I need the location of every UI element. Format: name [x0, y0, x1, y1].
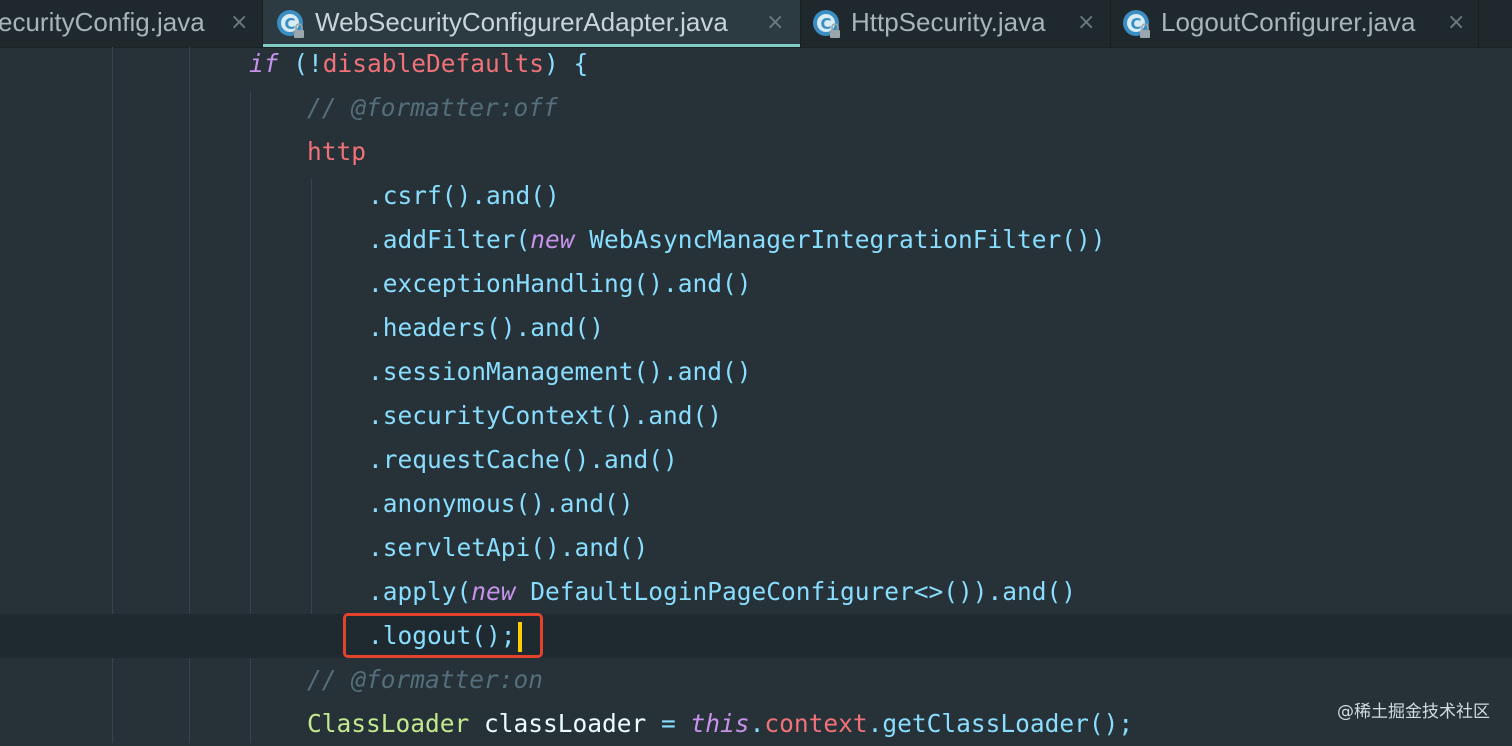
keyword: this [690, 709, 750, 738]
code-line[interactable]: .exceptionHandling().and() [368, 262, 752, 306]
method-chain: .requestCache().and() [368, 445, 678, 474]
method-chain: .securityContext().and() [368, 401, 723, 430]
method-chain: .csrf().and() [368, 181, 560, 210]
code-line[interactable]: .sessionManagement().and() [368, 350, 752, 394]
svg-text:C: C [1130, 15, 1141, 33]
tab-label: LogoutConfigurer.java [1161, 7, 1416, 37]
code-line[interactable]: .addFilter(new WebAsyncManagerIntegratio… [368, 218, 1106, 262]
svg-text:C: C [284, 15, 295, 33]
field-token: http [307, 137, 367, 166]
close-tab-icon[interactable]: × [1077, 10, 1095, 35]
code-line[interactable]: // @formatter:off [307, 86, 558, 130]
code-line[interactable]: .apply(new DefaultLoginPageConfigurer<>(… [368, 570, 1076, 614]
tab-http-security[interactable]: C HttpSecurity.java × [801, 0, 1111, 47]
tab-logout-configurer[interactable]: C LogoutConfigurer.java × [1111, 0, 1479, 47]
keyword: new [471, 577, 516, 606]
method-chain: .addFilter( [368, 225, 531, 254]
code-line[interactable]: ClassLoader classLoader = this.context.g… [307, 702, 1133, 746]
editor-tab-bar: ecurityConfig.java × C WebSecurityConfig… [0, 0, 1512, 48]
code-token: (! [278, 49, 323, 78]
comment: // @formatter:off [307, 93, 558, 122]
method-chain: DefaultLoginPageConfigurer<>()).and() [515, 577, 1077, 606]
watermark: @稀土掘金技术社区 [1337, 702, 1490, 722]
code-line[interactable]: .requestCache().and() [368, 438, 678, 482]
code-line[interactable]: // @formatter:on [307, 658, 543, 702]
tab-security-config[interactable]: ecurityConfig.java × [0, 0, 263, 47]
tab-label: ecurityConfig.java [0, 7, 205, 37]
method-chain: .getClassLoader(); [867, 709, 1134, 738]
code-editor[interactable]: if (!disableDefaults) { // @formatter:of… [0, 47, 1512, 743]
tab-web-security-configurer-adapter[interactable]: C WebSecurityConfigurerAdapter.java × [263, 0, 801, 47]
operator-token: = [646, 709, 691, 738]
tab-label: HttpSecurity.java [851, 7, 1046, 37]
code-line[interactable]: .securityContext().and() [368, 394, 722, 438]
method-chain: .sessionManagement().and() [368, 357, 752, 386]
java-class-locked-icon: C [1123, 10, 1150, 38]
code-line[interactable]: http [307, 130, 366, 174]
keyword: new [530, 225, 575, 254]
type-token: ClassLoader [307, 709, 470, 738]
java-class-locked-icon: C [813, 10, 840, 38]
code-line[interactable]: .headers().and() [368, 306, 604, 350]
comment: // @formatter:on [307, 665, 544, 694]
code-line[interactable]: if (!disableDefaults) { [249, 42, 588, 86]
highlight-box [343, 613, 543, 658]
method-chain: .headers().and() [368, 313, 605, 342]
java-class-locked-icon: C [277, 10, 304, 38]
close-tab-icon[interactable]: × [766, 10, 784, 35]
tab-label: WebSecurityConfigurerAdapter.java [315, 7, 728, 37]
method-chain: .servletApi().and() [368, 533, 649, 562]
current-line-highlight [0, 614, 1512, 658]
svg-text:C: C [820, 15, 831, 33]
close-tab-icon[interactable]: × [1447, 10, 1465, 35]
indent-guide [311, 179, 312, 655]
code-line[interactable]: .anonymous().and() [368, 482, 634, 526]
field-token: disableDefaults [322, 49, 545, 78]
code-token: . [749, 709, 765, 738]
method-chain: .anonymous().and() [368, 489, 634, 518]
method-chain: WebAsyncManagerIntegrationFilter()) [574, 225, 1106, 254]
code-line[interactable]: .servletApi().and() [368, 526, 648, 570]
close-tab-icon[interactable]: × [230, 10, 248, 35]
field-token: context [764, 709, 868, 738]
code-line[interactable]: .csrf().and() [368, 174, 560, 218]
method-chain: .exceptionHandling().and() [368, 269, 752, 298]
code-token: ) { [544, 49, 589, 78]
method-chain: .apply( [368, 577, 472, 606]
keyword: if [249, 49, 279, 78]
variable-token: classLoader [469, 709, 647, 738]
